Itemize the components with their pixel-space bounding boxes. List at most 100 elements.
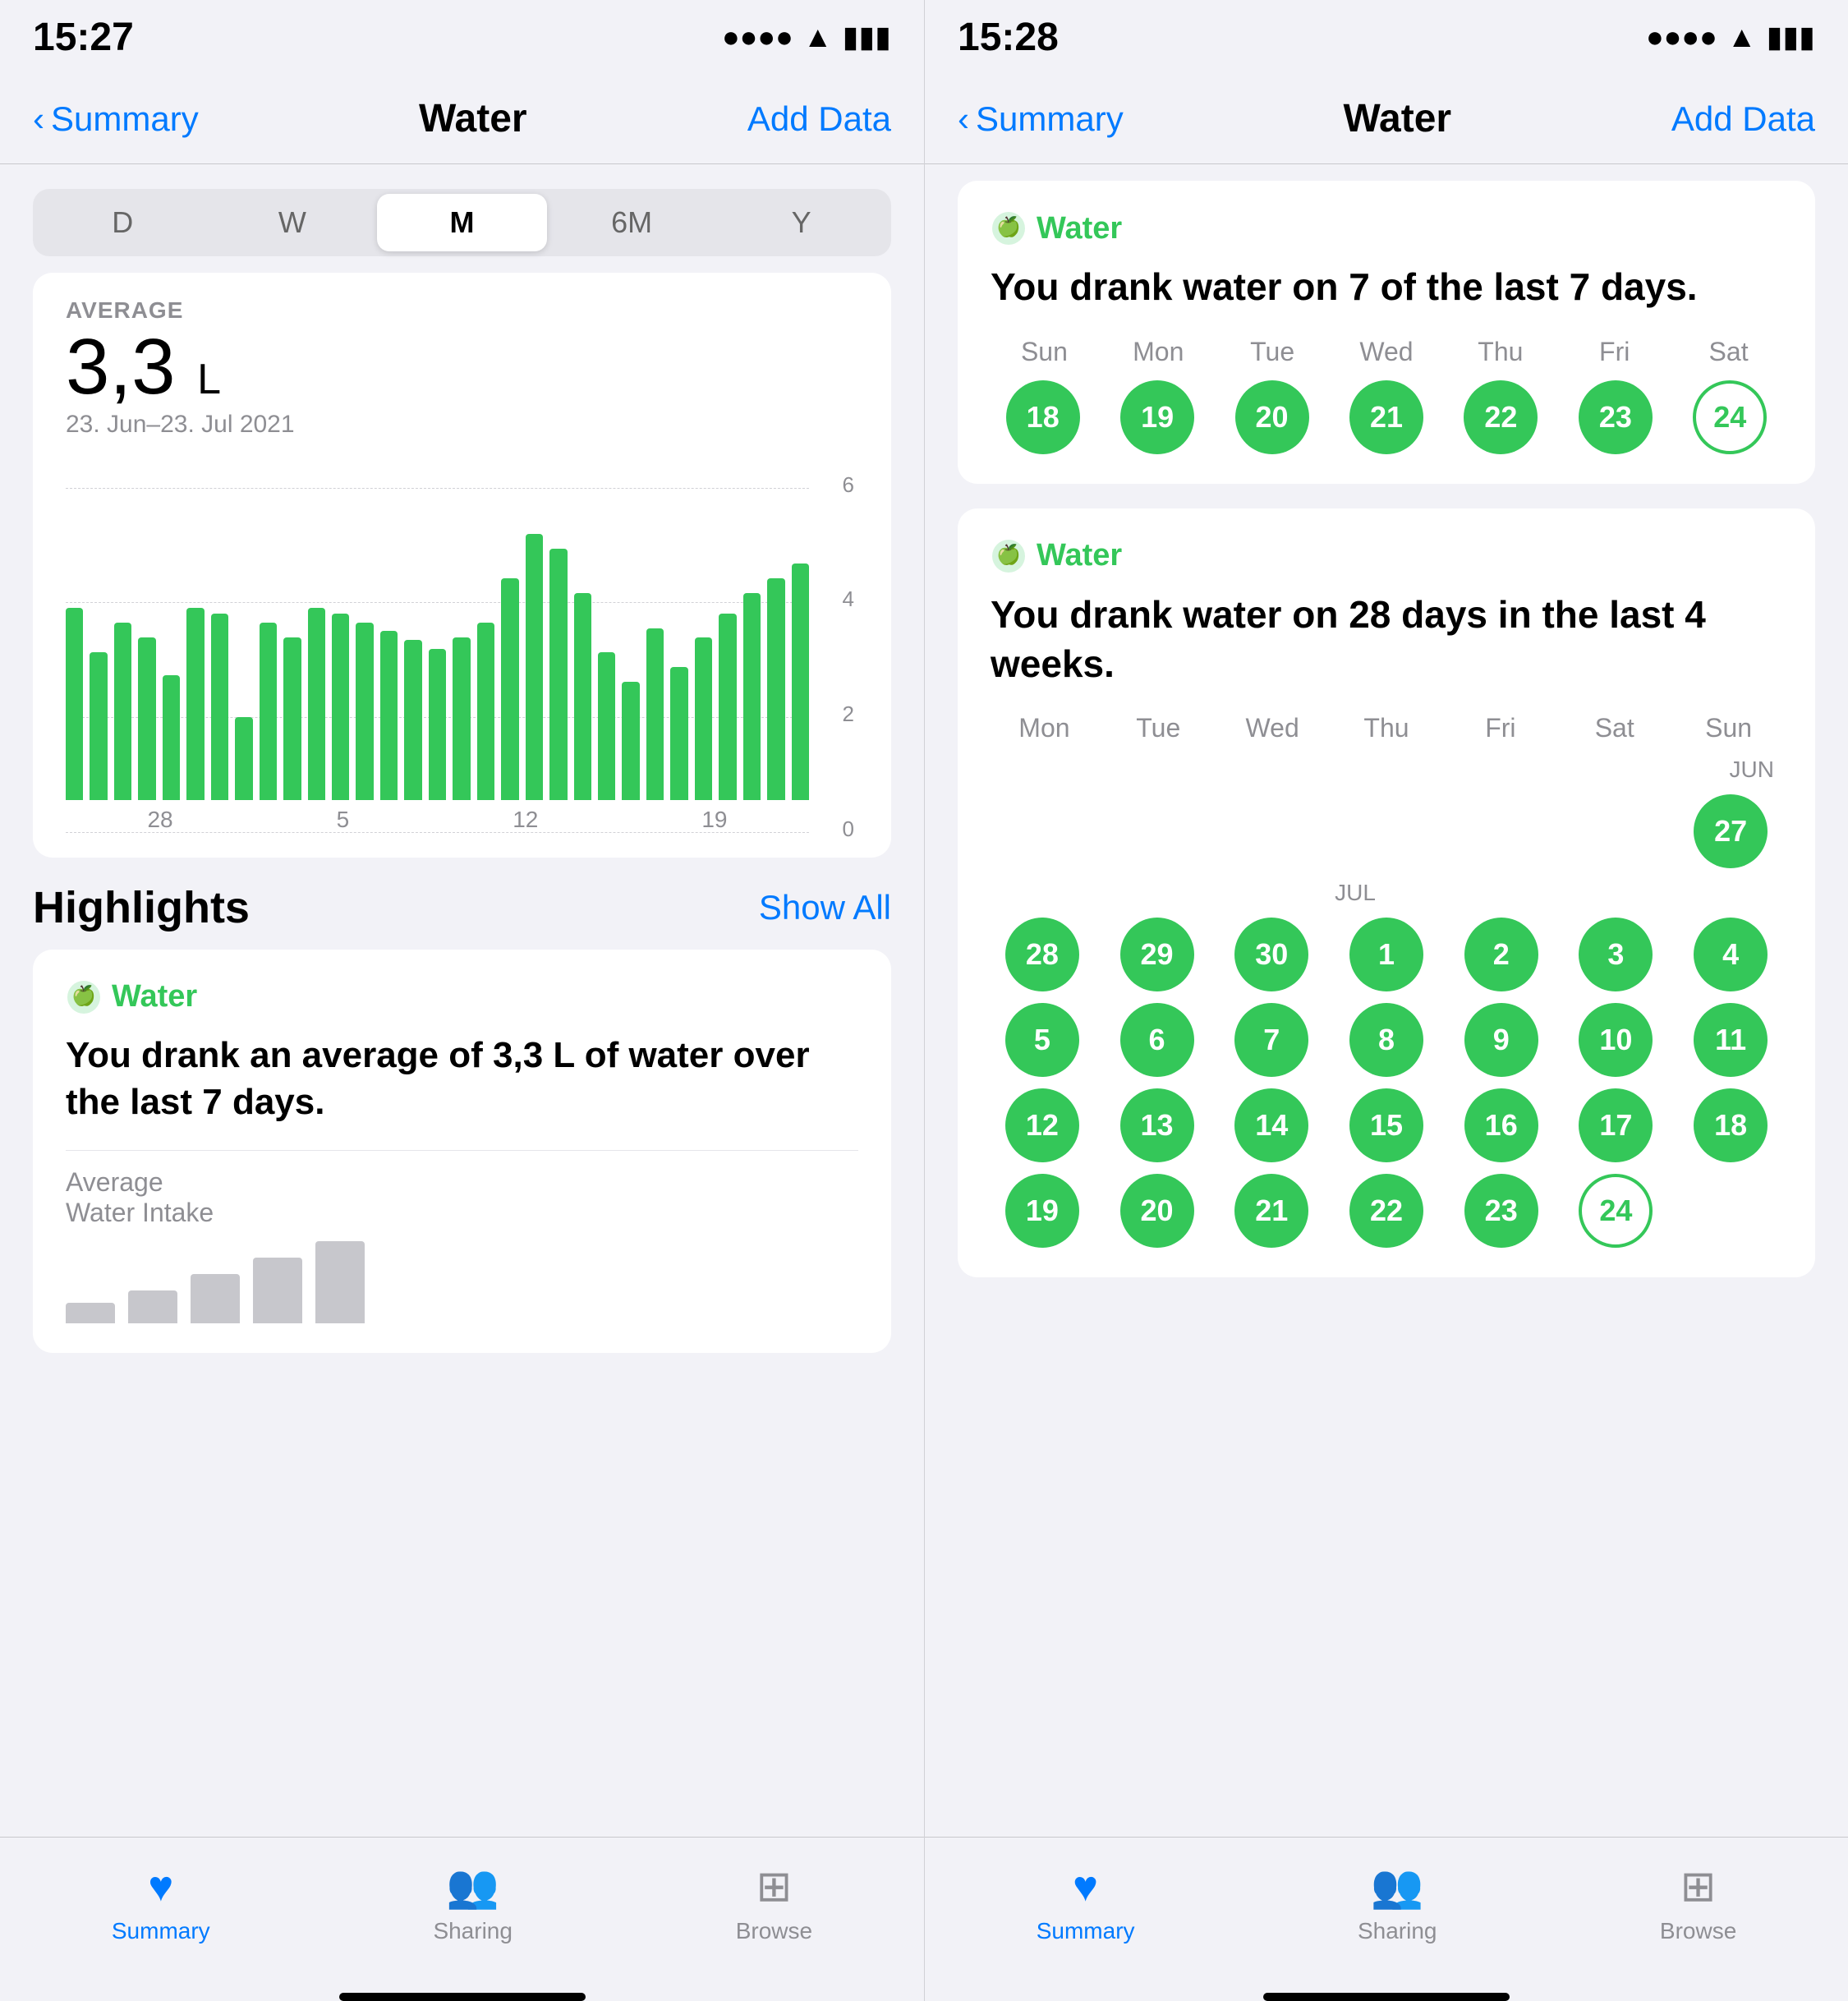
cal2-day-10: 10 (1579, 1003, 1653, 1077)
chart-bar (767, 578, 784, 800)
left-status-bar: 15:27 ●●●● ▲ ▮▮▮ (0, 0, 924, 74)
left-panel: 15:27 ●●●● ▲ ▮▮▮ ‹ Summary Water Add Dat… (0, 0, 924, 2001)
right-tab-sharing[interactable]: 👥 Sharing (1358, 1861, 1437, 1944)
cal2-day-thu: Thu (1333, 713, 1441, 743)
cal2-day-17: 17 (1579, 1088, 1653, 1162)
x-label: 19 (701, 807, 727, 833)
tab-summary-label: Summary (112, 1918, 210, 1944)
cal1-day-20: 20 (1235, 380, 1309, 454)
insight2-water-header: 🍏 Water (991, 538, 1782, 574)
right-tab-summary-label: Summary (1037, 1918, 1135, 1944)
cal2-cell-15: 15 (1335, 1088, 1438, 1162)
cal2-cell-9: 9 (1450, 1003, 1553, 1077)
cal2-day-3: 3 (1579, 918, 1653, 991)
left-nav-bar: ‹ Summary Water Add Data (0, 74, 924, 164)
chart-bar (235, 717, 252, 800)
cal1-day-wed: Wed (1333, 337, 1441, 367)
cal2-cell-3: 3 (1565, 918, 1668, 991)
right-home-indicator (1263, 1993, 1510, 2001)
tab-sharing[interactable]: 👥 Sharing (433, 1861, 513, 1944)
cal2-empty-last (1679, 1174, 1782, 1248)
tab-sharing-label: Sharing (433, 1918, 513, 1944)
cal2-day-28: 28 (1005, 918, 1079, 991)
right-tab-bar: ♥ Summary 👥 Sharing ⊞ Browse (925, 1837, 1848, 1985)
heart-icon: ♥ (148, 1862, 173, 1911)
cal2-day-14: 14 (1234, 1088, 1308, 1162)
right-status-icons: ●●●● ▲ ▮▮▮ (1646, 20, 1815, 54)
browse-icon: ⊞ (756, 1862, 793, 1911)
x-label: 5 (337, 807, 350, 833)
cal2-cell-12: 12 (991, 1088, 1094, 1162)
mini-bar (191, 1274, 240, 1323)
right-chevron-icon: ‹ (958, 99, 969, 139)
cal1-day-21: 21 (1349, 380, 1423, 454)
cal2-day-9: 9 (1464, 1003, 1538, 1077)
segment-6m[interactable]: 6M (547, 194, 717, 251)
insight1-water-header: 🍏 Water (991, 210, 1782, 246)
chart-bar (574, 593, 591, 800)
cal2-day-4: 4 (1694, 918, 1768, 991)
cal1-day-thu: Thu (1446, 337, 1554, 367)
cal2-cell-16: 16 (1450, 1088, 1553, 1162)
cal2-cell-5: 5 (991, 1003, 1094, 1077)
cal1-cell-24: 24 (1678, 380, 1782, 454)
right-add-data-button[interactable]: Add Data (1671, 99, 1815, 139)
cal2-empty (1450, 794, 1553, 868)
cal2-cell-6: 6 (1106, 1003, 1209, 1077)
cal2-day-15: 15 (1349, 1088, 1423, 1162)
chart-unit: L (197, 356, 221, 403)
segment-y[interactable]: Y (716, 194, 886, 251)
segment-d[interactable]: D (38, 194, 208, 251)
chart-bar (453, 637, 470, 800)
right-back-button[interactable]: ‹ Summary (958, 99, 1124, 139)
cal1-cell-19: 19 (1105, 380, 1209, 454)
segment-m[interactable]: M (377, 194, 547, 251)
right-time: 15:28 (958, 15, 1059, 60)
mini-bars (66, 1241, 858, 1323)
insight2-water-text: Water (1037, 538, 1122, 573)
highlights-title: Highlights (33, 882, 250, 933)
chart-x-labels: 28 5 12 19 (66, 807, 809, 833)
left-add-data-button[interactable]: Add Data (747, 99, 891, 139)
cal2-day-23: 23 (1464, 1174, 1538, 1248)
left-segment-control: D W M 6M Y (33, 189, 891, 256)
chart-bar (743, 593, 761, 800)
cal1-header: Sun Mon Tue Wed Thu Fri Sat (991, 337, 1782, 367)
chart-bar (66, 608, 83, 800)
chart-bar (404, 640, 421, 799)
right-tab-browse[interactable]: ⊞ Browse (1660, 1862, 1736, 1944)
right-tab-summary[interactable]: ♥ Summary (1037, 1862, 1135, 1944)
wifi-icon: ▲ (803, 20, 833, 54)
cal2-cell-1: 1 (1335, 918, 1438, 991)
chart-bar (622, 682, 639, 800)
cal2-day-19: 19 (1005, 1174, 1079, 1248)
right-panel: 15:28 ●●●● ▲ ▮▮▮ ‹ Summary Water Add Dat… (924, 0, 1848, 2001)
cal2-cell-13: 13 (1106, 1088, 1209, 1162)
cal2-day-mon: Mon (991, 713, 1098, 743)
insight2-title: You drank water on 28 days in the last 4… (991, 591, 1782, 689)
right-nav-title: Water (1344, 96, 1452, 141)
segment-w[interactable]: W (208, 194, 378, 251)
cal1-day-24: 24 (1693, 380, 1767, 454)
highlights-section: Highlights Show All 🍏 Water You drank an… (33, 882, 891, 1353)
chart-bar (501, 578, 518, 800)
tab-browse[interactable]: ⊞ Browse (736, 1862, 812, 1944)
tab-summary[interactable]: ♥ Summary (112, 1862, 210, 1944)
right-battery-icon: ▮▮▮ (1767, 20, 1815, 54)
chart-bar (526, 534, 543, 800)
highlight-main-text: You drank an average of 3,3 L of water o… (66, 1032, 858, 1125)
cal2-cell-14: 14 (1220, 1088, 1323, 1162)
cal2-cell-28: 28 (991, 918, 1094, 991)
svg-text:🍏: 🍏 (996, 215, 1021, 238)
chart-bar (695, 637, 712, 800)
right-wifi-icon: ▲ (1727, 20, 1757, 54)
chart-bar (211, 614, 228, 800)
show-all-button[interactable]: Show All (759, 888, 891, 927)
left-back-button[interactable]: ‹ Summary (33, 99, 199, 139)
cal1-day-18: 18 (1006, 380, 1080, 454)
cal2-day-18: 18 (1694, 1088, 1768, 1162)
cal2-cell-2: 2 (1450, 918, 1553, 991)
cal2-empty (1220, 794, 1323, 868)
left-time: 15:27 (33, 15, 134, 60)
cal1-cell-20: 20 (1220, 380, 1324, 454)
